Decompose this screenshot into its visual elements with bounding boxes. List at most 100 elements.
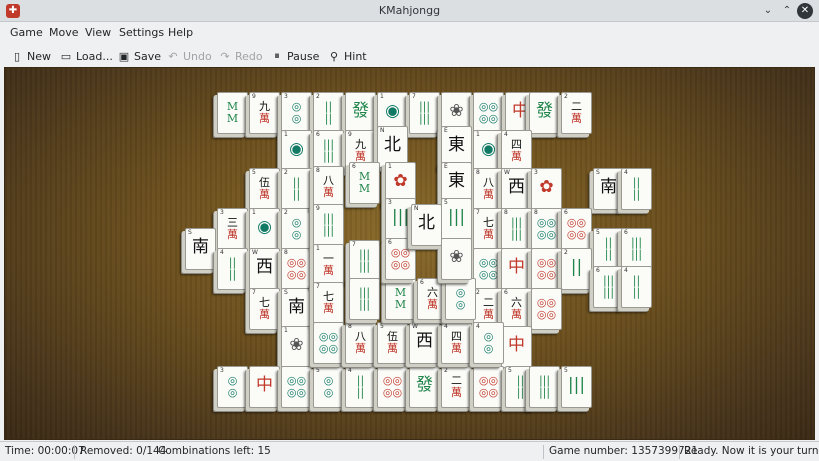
- mahjong-tile[interactable]: 4 ◎ ◎: [445, 278, 476, 320]
- mahjong-tile[interactable]: 8 ◎◎ ◎◎: [281, 248, 312, 290]
- mahjong-tile[interactable]: 8八萬: [313, 166, 344, 208]
- mahjong-tile[interactable]: 7七萬: [249, 288, 280, 330]
- mahjong-tile[interactable]: 9九萬: [249, 92, 280, 134]
- mahjong-tile[interactable]: 8 ||| |||: [501, 208, 532, 250]
- mahjong-tile[interactable]: MM: [385, 278, 416, 320]
- mahjong-tile[interactable]: 4 || ||: [621, 266, 652, 308]
- mahjong-tile[interactable]: 3三萬: [217, 208, 248, 250]
- mahjong-tile[interactable]: 7 ||| |||: [409, 92, 440, 134]
- mahjong-tile[interactable]: M M: [217, 92, 248, 134]
- mahjong-tile[interactable]: 2 ||: [561, 248, 592, 290]
- mahjong-tile[interactable]: ◎◎ ◎◎: [473, 248, 504, 290]
- mahjong-tile[interactable]: ◎◎ ◎◎: [531, 288, 562, 330]
- tile-corner-label: 8: [348, 323, 352, 330]
- mahjong-tile[interactable]: 5 |||: [561, 366, 592, 408]
- mahjong-tile[interactable]: 5 || ||: [593, 228, 624, 270]
- mahjong-tile[interactable]: 7七萬: [313, 282, 344, 324]
- mahjong-tile[interactable]: 7七萬: [473, 208, 504, 250]
- mahjong-tile[interactable]: 中: [249, 366, 280, 408]
- mahjong-tile[interactable]: 1 ❀: [281, 326, 312, 368]
- hint-button[interactable]: ⚲ Hint: [327, 48, 367, 64]
- save-button[interactable]: ▣ Save: [117, 48, 161, 64]
- mahjong-tile[interactable]: ◎◎ ◎◎: [281, 366, 312, 408]
- mahjong-tile[interactable]: ◎◎ ◎◎: [473, 92, 504, 134]
- mahjong-tile[interactable]: ◎◎ ◎◎: [377, 366, 408, 408]
- mahjong-tile[interactable]: 5 |||: [441, 198, 472, 240]
- mahjong-tile[interactable]: 1一萬: [313, 244, 344, 286]
- mahjong-tile[interactable]: 發: [409, 366, 440, 408]
- mahjong-tile[interactable]: 2 || ||: [313, 92, 344, 134]
- menu-game[interactable]: Game: [10, 26, 43, 39]
- mahjong-tile[interactable]: ||| |||: [529, 366, 560, 408]
- mahjong-tile[interactable]: 4 ◎ ◎: [473, 322, 504, 364]
- mahjong-tile[interactable]: 1 ◉: [473, 130, 504, 172]
- mahjong-tile[interactable]: ❀: [441, 238, 472, 280]
- tile-face: ◎◎ ◎◎: [286, 374, 307, 399]
- mahjong-tile[interactable]: N北: [411, 204, 442, 246]
- mahjong-tile[interactable]: S南: [281, 288, 312, 330]
- mahjong-tile[interactable]: 4 || ||: [217, 248, 248, 290]
- mahjong-tile[interactable]: 中: [501, 248, 532, 290]
- tile-corner-label: 7: [316, 283, 320, 290]
- mahjong-tile[interactable]: 4四萬: [501, 130, 532, 172]
- mahjong-tile[interactable]: W西: [501, 168, 532, 210]
- game-board[interactable]: M M 9 九萬 3 ◎ ◎ 2 || || 發 1 ◉ 7 ||| ||| ❀ ◎◎ ◎◎ 中發 2 二萬 1 ◉ 6 ||…: [4, 67, 815, 440]
- tile-corner-label: 1: [476, 131, 480, 138]
- mahjong-tile[interactable]: ◎◎ ◎◎: [313, 322, 344, 364]
- mahjong-tile[interactable]: 6MM: [349, 162, 380, 204]
- mahjong-tile[interactable]: 發: [529, 92, 560, 134]
- mahjong-tile[interactable]: 7 ||| |||: [349, 240, 380, 282]
- tile-face: ◎◎ ◎◎: [478, 256, 499, 281]
- mahjong-tile[interactable]: 1 ◉: [281, 130, 312, 172]
- mahjong-tile[interactable]: 4 || ||: [621, 168, 652, 210]
- new-button[interactable]: ▯ New: [10, 48, 51, 64]
- mahjong-tile[interactable]: 8八萬: [473, 168, 504, 210]
- mahjong-tile[interactable]: 2二萬: [561, 92, 592, 134]
- pause-button[interactable]: ⏸ Pause: [270, 48, 319, 64]
- mahjong-tile[interactable]: 4四萬: [441, 322, 472, 364]
- mahjong-tile[interactable]: 3 ◎ ◎: [217, 366, 248, 408]
- menu-move[interactable]: Move: [49, 26, 79, 39]
- mahjong-tile[interactable]: 發: [345, 92, 376, 134]
- mahjong-tile[interactable]: W西: [409, 322, 440, 364]
- hint-label: Hint: [344, 49, 367, 63]
- load-button[interactable]: ▭ Load...: [59, 48, 113, 64]
- undo-button[interactable]: ↶ Undo: [166, 48, 211, 64]
- mahjong-tile[interactable]: 2 ◎ ◎: [281, 208, 312, 250]
- maximize-icon[interactable]: ⌃: [779, 3, 795, 19]
- mahjong-tile[interactable]: ◎◎ ◎◎: [531, 248, 562, 290]
- menu-view[interactable]: View: [85, 26, 111, 39]
- mahjong-tile[interactable]: 6六萬: [501, 288, 532, 330]
- mahjong-tile[interactable]: 9 ||| |||: [313, 204, 344, 246]
- mahjong-tile[interactable]: 4 || ||: [345, 366, 376, 408]
- mahjong-tile[interactable]: ◎◎ ◎◎: [473, 366, 504, 408]
- tile-corner-label: 5: [316, 367, 320, 374]
- mahjong-tile[interactable]: S南: [593, 168, 624, 210]
- mahjong-tile[interactable]: 5伍萬: [249, 168, 280, 210]
- mahjong-tile[interactable]: 中: [501, 326, 532, 368]
- tile-corner-label: 6: [624, 229, 628, 236]
- mahjong-tile[interactable]: 2二萬: [441, 366, 472, 408]
- tile-corner-label: 8: [316, 167, 320, 174]
- mahjong-tile[interactable]: 8 ◎◎ ◎◎: [531, 208, 562, 250]
- mahjong-tile[interactable]: ||| |||: [349, 278, 380, 320]
- mahjong-tile[interactable]: 5 ◎ ◎: [313, 366, 344, 408]
- mahjong-tile[interactable]: 8八萬: [345, 322, 376, 364]
- mahjong-tile[interactable]: 2 || ||: [281, 168, 312, 210]
- mahjong-tile[interactable]: 5伍萬: [377, 322, 408, 364]
- redo-button[interactable]: ↷ Redo: [218, 48, 262, 64]
- menu-help[interactable]: Help: [168, 26, 193, 39]
- title-bar: ✚ KMahjongg ⌄ ⌃ ✕: [0, 0, 819, 22]
- mahjong-tile[interactable]: 1 ◉: [249, 208, 280, 250]
- mahjong-tile[interactable]: 3 ◎ ◎: [281, 92, 312, 134]
- mahjong-tile[interactable]: W西: [249, 248, 280, 290]
- close-icon[interactable]: ✕: [797, 3, 813, 19]
- mahjong-tile[interactable]: 6 ◎◎ ◎◎: [561, 208, 592, 250]
- mahjong-tile[interactable]: 6 ||| |||: [593, 266, 624, 308]
- mahjong-tile[interactable]: 3 ✿: [531, 168, 562, 210]
- mahjong-tile[interactable]: S南: [185, 228, 216, 270]
- mahjong-tile[interactable]: 6六萬: [417, 278, 448, 320]
- minimize-icon[interactable]: ⌄: [760, 3, 776, 19]
- mahjong-tile[interactable]: 6 ||| |||: [621, 228, 652, 270]
- menu-settings[interactable]: Settings: [119, 26, 164, 39]
